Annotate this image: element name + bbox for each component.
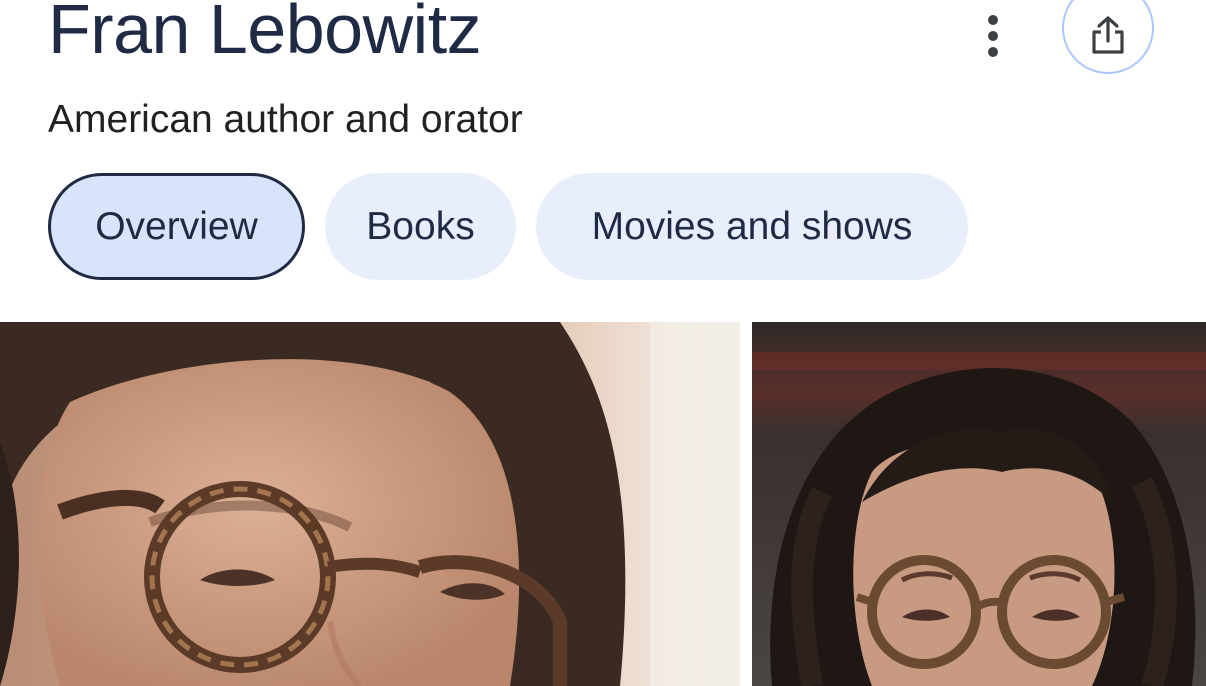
more-vertical-icon-dot — [988, 47, 998, 57]
more-vertical-icon-dot — [988, 31, 998, 41]
tab-movies-and-shows[interactable]: Movies and shows — [536, 173, 968, 280]
entity-image-1[interactable] — [0, 322, 740, 686]
more-options-button[interactable] — [968, 8, 1018, 64]
tab-books[interactable]: Books — [325, 173, 516, 280]
knowledge-panel: Fran Lebowitz American author and orator… — [0, 0, 1206, 686]
entity-title: Fran Lebowitz — [48, 0, 482, 68]
tab-overview[interactable]: Overview — [48, 173, 305, 280]
entity-subtitle: American author and orator — [48, 98, 523, 141]
share-button[interactable] — [1062, 0, 1154, 74]
share-icon — [1092, 16, 1124, 54]
entity-tabs: Overview Books Movies and shows — [48, 173, 968, 280]
entity-image-2[interactable] — [752, 322, 1206, 686]
more-vertical-icon — [988, 15, 998, 25]
